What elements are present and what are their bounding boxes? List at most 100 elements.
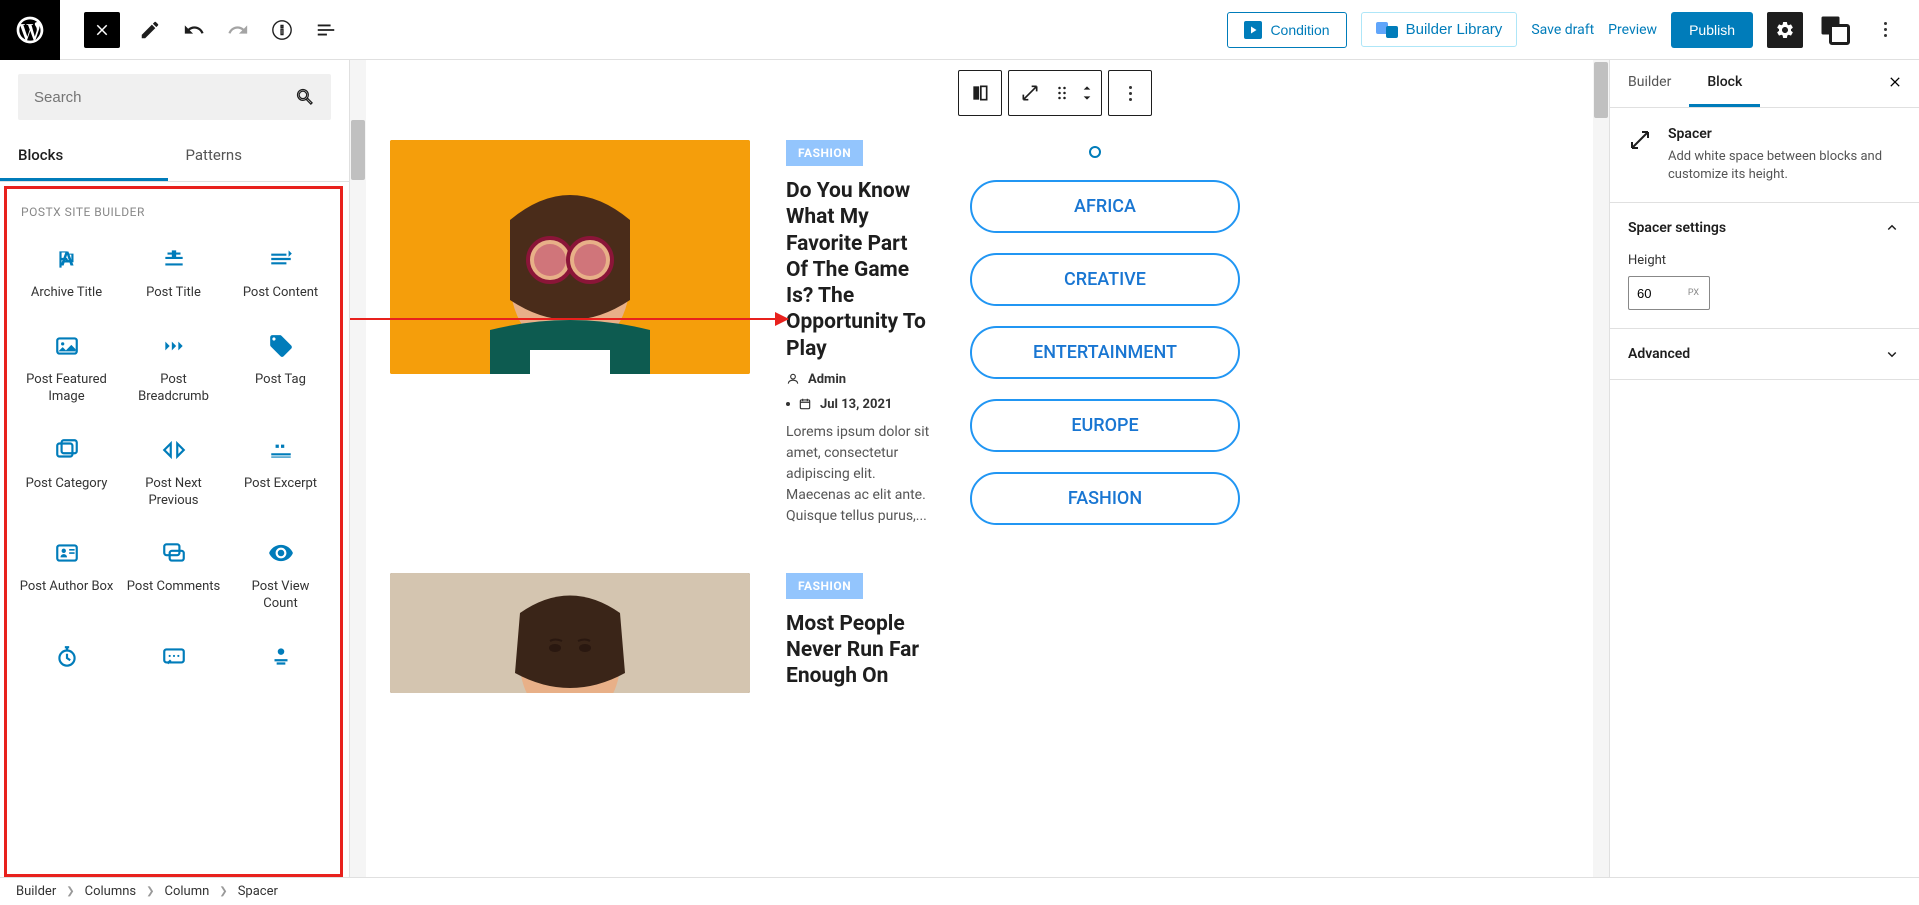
editor-tools [132, 12, 344, 48]
builder-library-button[interactable]: Builder Library [1361, 12, 1518, 47]
publish-button[interactable]: Publish [1671, 12, 1753, 48]
post-body-1: FASHION Do You Know What My Favorite Par… [786, 140, 934, 527]
move-up-down[interactable] [1073, 71, 1101, 115]
post-featured-image-2 [390, 573, 750, 693]
block-next-previous[interactable]: Post Next Previous [120, 422, 227, 526]
close-inserter-button[interactable] [84, 12, 120, 48]
inserter-panel: Blocks Patterns POSTX SITE BUILDER AArch… [0, 60, 350, 877]
post-title-1: Do You Know What My Favorite Part Of The… [786, 178, 934, 362]
canvas-left-scroll[interactable] [350, 60, 366, 877]
editor-canvas: FASHION Do You Know What My Favorite Par… [350, 60, 1609, 877]
inserter-tabs: Blocks Patterns [0, 134, 349, 182]
block-breadcrumb[interactable]: Post Breadcrumb [120, 318, 227, 422]
height-unit: PX [1688, 288, 1705, 298]
crumb-3[interactable]: Spacer [238, 884, 278, 899]
svg-text:A: A [60, 248, 74, 271]
height-label: Height [1628, 253, 1901, 268]
crumb-1[interactable]: Columns [85, 884, 137, 899]
list-view-button[interactable] [308, 12, 344, 48]
edit-tool[interactable] [132, 12, 168, 48]
info-button[interactable] [264, 12, 300, 48]
tab-builder[interactable]: Builder [1610, 60, 1689, 107]
save-draft-link[interactable]: Save draft [1531, 22, 1594, 38]
layers-button[interactable] [1817, 12, 1853, 48]
drag-handle[interactable] [1051, 71, 1073, 115]
top-right-actions: Condition Builder Library Save draft Pre… [1227, 12, 1919, 48]
selection-handle[interactable] [1089, 146, 1101, 158]
post-row-2: FASHION Most People Never Run Far Enough… [390, 573, 1581, 693]
settings-button[interactable] [1767, 12, 1803, 48]
post-author-meta: Admin [786, 372, 934, 387]
block-author-box[interactable]: Post Author Box [13, 525, 120, 629]
block-post-category[interactable]: Post Category [13, 422, 120, 526]
block-name: Spacer [1668, 126, 1901, 142]
top-bar: Condition Builder Library Save draft Pre… [0, 0, 1919, 60]
category-pill-0[interactable]: AFRICA [970, 180, 1240, 233]
spacer-settings-section: Spacer settings Height PX [1610, 203, 1919, 329]
block-item-extra-2[interactable] [120, 629, 227, 699]
post-body-2: FASHION Most People Never Run Far Enough… [786, 573, 934, 693]
advanced-section: Advanced [1610, 329, 1919, 380]
category-pill-1[interactable]: CREATIVE [970, 253, 1240, 306]
category-pill-2[interactable]: ENTERTAINMENT [970, 326, 1240, 379]
block-toolbar [958, 70, 1152, 116]
block-item-extra-1[interactable] [13, 629, 120, 699]
block-desc: Add white space between blocks and custo… [1668, 148, 1901, 184]
breadcrumb-bar: Builder ❯ Columns ❯ Column ❯ Spacer [0, 877, 1919, 905]
post-row-1: FASHION Do You Know What My Favorite Par… [390, 140, 1581, 527]
block-featured-image[interactable]: Post Featured Image [13, 318, 120, 422]
close-settings-button[interactable] [1871, 62, 1919, 106]
category-sidebar: AFRICA CREATIVE ENTERTAINMENT EUROPE FAS… [970, 140, 1240, 527]
block-options[interactable] [1109, 71, 1151, 115]
spacer-settings-header[interactable]: Spacer settings [1610, 203, 1919, 253]
tab-patterns[interactable]: Patterns [168, 134, 349, 181]
post-category-badge[interactable]: FASHION [786, 140, 863, 166]
chevron-up-icon [1883, 219, 1901, 237]
block-post-content[interactable]: Post Content [227, 231, 334, 318]
preview-link[interactable]: Preview [1608, 22, 1657, 38]
advanced-header[interactable]: Advanced [1610, 329, 1919, 379]
resize-button[interactable] [1009, 71, 1051, 115]
block-item-extra-3[interactable] [227, 629, 334, 699]
blocks-section-highlight: POSTX SITE BUILDER AArchive Title Post T… [4, 186, 343, 877]
block-comments[interactable]: Post Comments [120, 525, 227, 629]
block-post-title[interactable]: Post Title [120, 231, 227, 318]
crumb-0[interactable]: Builder [16, 884, 56, 899]
post-category-badge-2[interactable]: FASHION [786, 573, 863, 599]
chevron-down-icon [1883, 345, 1901, 363]
height-input-wrapper: PX [1628, 276, 1710, 310]
redo-button[interactable] [220, 12, 256, 48]
search-input[interactable] [34, 89, 295, 106]
block-description: Spacer Add white space between blocks an… [1610, 108, 1919, 203]
library-icon [1376, 22, 1398, 38]
post-featured-image-1 [390, 140, 750, 374]
settings-panel: Builder Block Spacer Add white space bet… [1609, 60, 1919, 877]
tab-block[interactable]: Block [1689, 60, 1760, 107]
category-pill-3[interactable]: EUROPE [970, 399, 1240, 452]
block-view-count[interactable]: Post View Count [227, 525, 334, 629]
post-title-2: Most People Never Run Far Enough On [786, 611, 934, 690]
block-type-button[interactable] [959, 71, 1001, 115]
settings-tabs: Builder Block [1610, 60, 1919, 108]
category-pill-4[interactable]: FASHION [970, 472, 1240, 525]
annotation-arrow [350, 318, 788, 320]
spacer-icon [1628, 128, 1652, 152]
block-post-excerpt[interactable]: Post Excerpt [227, 422, 334, 526]
block-archive-title[interactable]: AArchive Title [13, 231, 120, 318]
section-label: POSTX SITE BUILDER [13, 199, 334, 231]
condition-icon [1244, 21, 1262, 39]
wordpress-logo[interactable] [0, 0, 60, 60]
library-label: Builder Library [1406, 21, 1503, 38]
post-date-meta: Jul 13, 2021 [786, 397, 934, 412]
more-options-button[interactable] [1867, 12, 1903, 48]
undo-button[interactable] [176, 12, 212, 48]
search-icon [295, 87, 315, 107]
block-search [18, 74, 331, 120]
condition-button[interactable]: Condition [1227, 12, 1346, 48]
block-post-tag[interactable]: Post Tag [227, 318, 334, 422]
crumb-2[interactable]: Column [165, 884, 210, 899]
tab-blocks[interactable]: Blocks [0, 134, 168, 181]
canvas-right-scroll[interactable] [1593, 60, 1609, 877]
condition-label: Condition [1270, 22, 1329, 38]
height-input[interactable] [1629, 286, 1679, 301]
